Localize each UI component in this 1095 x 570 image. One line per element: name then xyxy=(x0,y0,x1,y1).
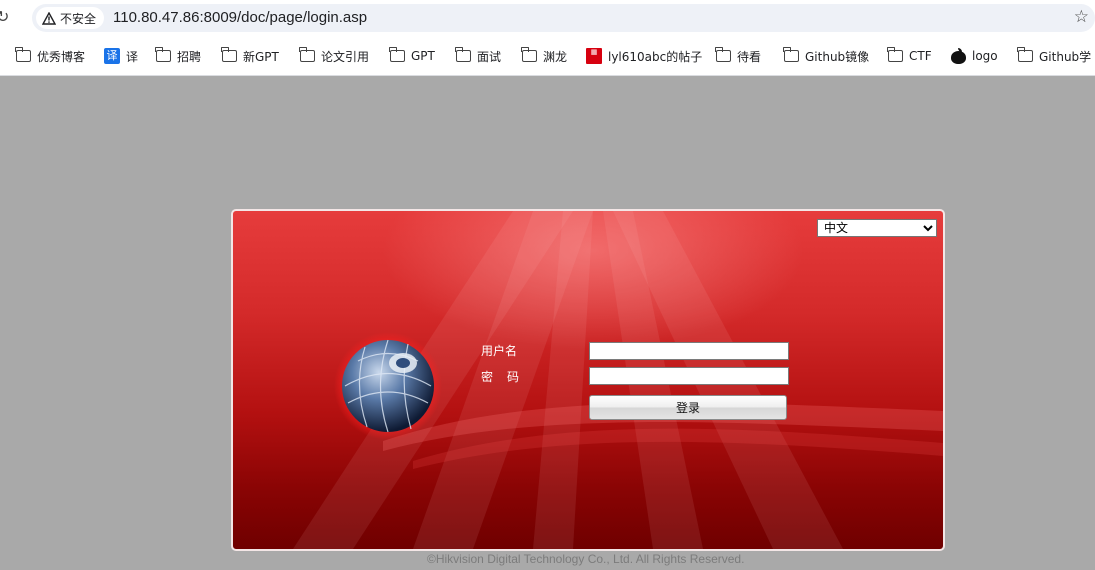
bookmark-item[interactable]: Github学 xyxy=(1017,46,1092,66)
hikvision-globe-logo xyxy=(334,332,442,440)
folder-icon xyxy=(389,47,405,62)
bookmark-item[interactable]: 新GPT xyxy=(221,46,279,66)
bookmark-label: Github镜像 xyxy=(805,49,870,64)
folder-icon xyxy=(783,47,799,62)
bookmark-label: lyl610abc的帖子 xyxy=(608,49,703,64)
username-input[interactable] xyxy=(589,342,789,360)
bookmark-item[interactable]: 渊龙 xyxy=(521,46,568,66)
translate-icon: 译 xyxy=(104,48,120,64)
bookmark-label: CTF xyxy=(909,49,932,63)
bookmark-label: 优秀博客 xyxy=(37,49,86,64)
login-panel: 中文 用户名 密码 登录 xyxy=(231,209,945,551)
bookmark-item[interactable]: 待看 xyxy=(715,46,762,66)
omnibox[interactable]: 不安全 110.80.47.86:8009/doc/page/login.asp… xyxy=(32,4,1095,32)
folder-icon xyxy=(521,47,537,62)
security-chip[interactable]: 不安全 xyxy=(36,7,105,29)
bookmark-item[interactable]: CTF xyxy=(887,46,932,66)
folder-icon xyxy=(221,47,237,62)
bookmark-item[interactable]: 招聘 xyxy=(155,46,202,66)
bookmark-star-icon[interactable]: ☆ xyxy=(1074,7,1089,27)
bookmark-label: 面试 xyxy=(477,49,502,64)
folder-icon xyxy=(715,47,731,62)
folder-icon xyxy=(455,47,471,62)
password-label: 密码 xyxy=(481,370,534,384)
reload-icon[interactable]: ↻ xyxy=(0,8,12,26)
bookmark-item[interactable]: 面试 xyxy=(455,46,502,66)
bookmark-item[interactable]: Github镜像 xyxy=(783,46,870,66)
bookmark-item[interactable]: ▦ lyl610abc的帖子 xyxy=(586,46,702,66)
url-text[interactable]: 110.80.47.86:8009/doc/page/login.asp xyxy=(113,8,367,28)
folder-icon xyxy=(15,47,31,62)
bookmark-label: 新GPT xyxy=(243,49,279,64)
bookmark-label: 待看 xyxy=(737,49,762,64)
language-select[interactable]: 中文 xyxy=(817,219,937,237)
apple-icon xyxy=(951,48,966,64)
bookmark-label: 渊龙 xyxy=(543,49,568,64)
username-label: 用户名 xyxy=(481,344,518,358)
folder-icon xyxy=(1017,47,1033,62)
folder-icon xyxy=(887,47,903,62)
bookmark-item[interactable]: 论文引用 xyxy=(299,46,370,66)
address-bar: ↻ 不安全 110.80.47.86:8009/doc/page/login.a… xyxy=(0,0,1095,36)
bookmark-item[interactable]: logo xyxy=(951,46,998,66)
login-button[interactable]: 登录 xyxy=(589,395,787,420)
bookmark-item[interactable]: 译译 xyxy=(104,46,138,66)
bookmarks-bar: 优秀博客 译译 招聘 新GPT 论文引用 GPT 面试 渊龙 ▦ lyl610ab… xyxy=(0,36,1095,76)
bookmark-label: 论文引用 xyxy=(321,49,370,64)
tieba-icon: ▦ xyxy=(586,48,602,64)
folder-icon xyxy=(155,47,171,62)
folder-icon xyxy=(299,47,315,62)
bookmark-item[interactable]: GPT xyxy=(389,46,435,66)
password-input[interactable] xyxy=(589,367,789,385)
bookmark-label: 译 xyxy=(126,49,139,64)
warning-icon xyxy=(42,11,56,25)
copyright-text: ©Hikvision Digital Technology Co., Ltd. … xyxy=(427,552,745,566)
bookmark-label: GPT xyxy=(411,49,435,63)
security-label: 不安全 xyxy=(60,11,97,26)
bookmark-item[interactable]: 优秀博客 xyxy=(15,46,86,66)
bookmark-label: logo xyxy=(972,49,998,63)
bookmark-label: Github学 xyxy=(1039,49,1092,64)
bookmark-label: 招聘 xyxy=(177,49,202,64)
